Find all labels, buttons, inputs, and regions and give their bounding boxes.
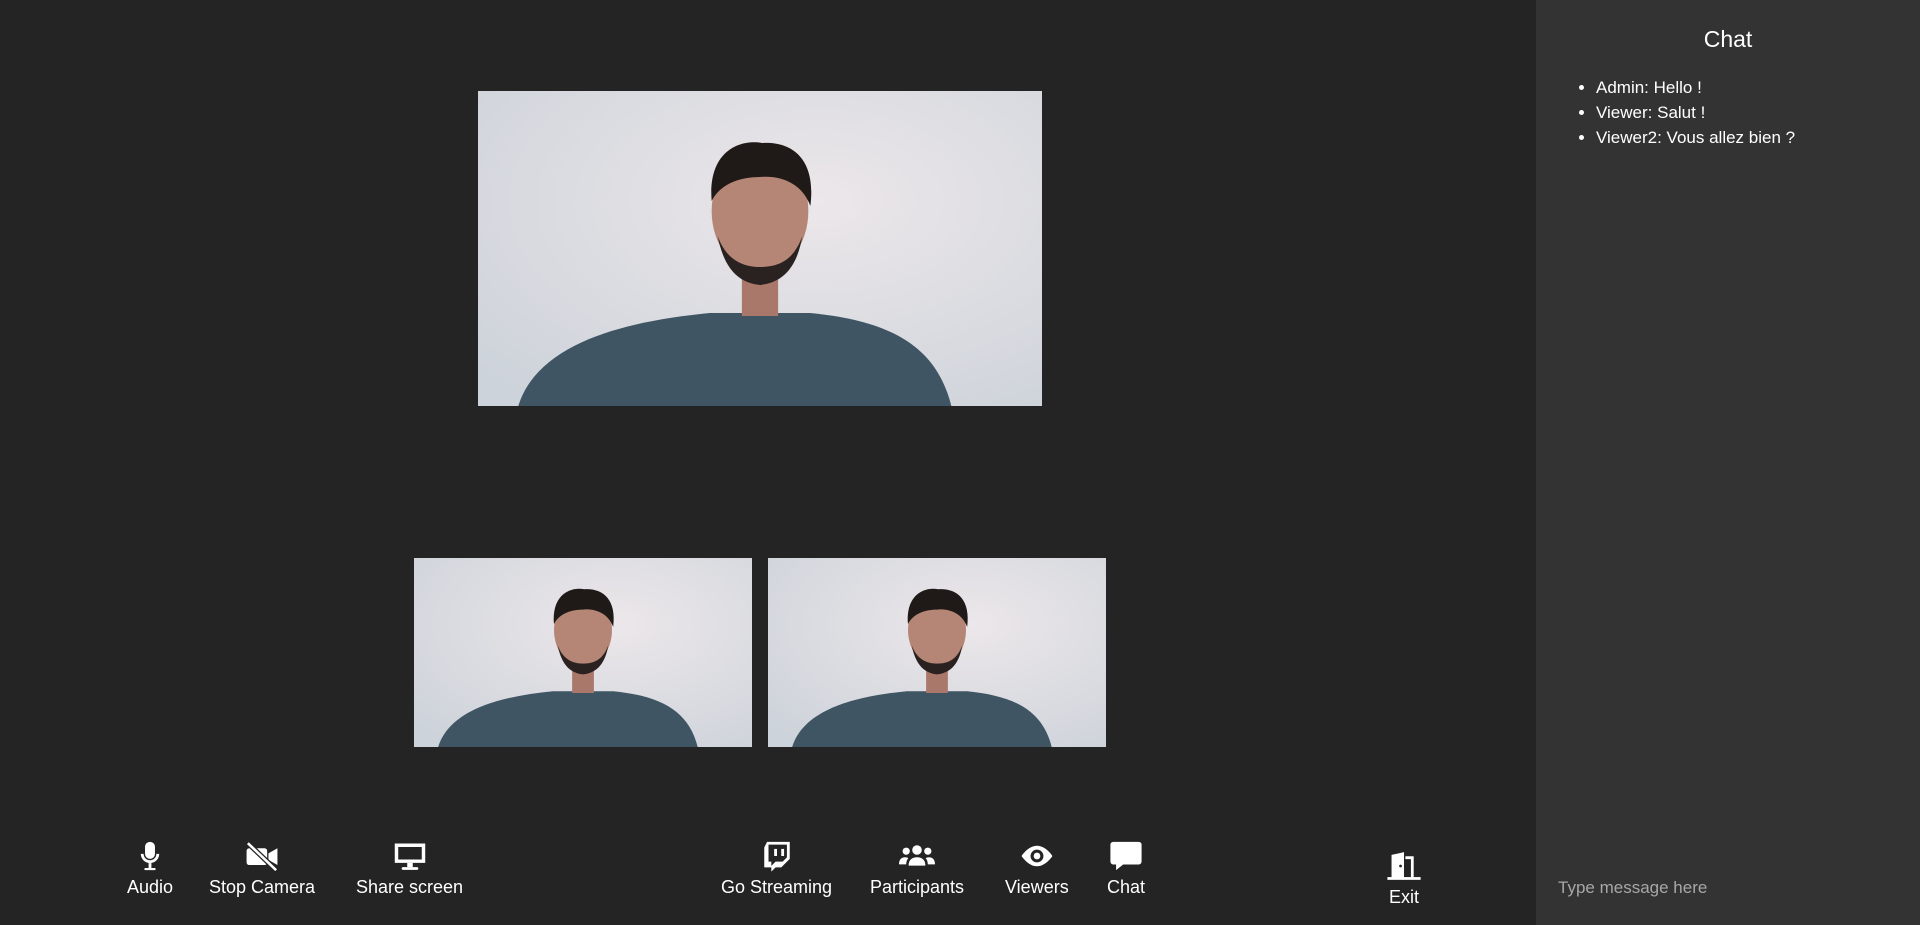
chat-message: Admin: Hello ! [1596,75,1904,100]
stop-camera-button[interactable]: Stop Camera [209,838,315,898]
webcam-frame [414,558,752,747]
exit-label: Exit [1388,887,1419,907]
participant-video-tile [414,558,752,747]
door-open-icon [1384,848,1424,884]
chat-title: Chat [1703,26,1753,52]
viewers-label: Viewers [1005,877,1069,897]
main-video-tile [478,91,1042,406]
viewers-button[interactable]: Viewers [1005,838,1069,898]
comment-icon [1106,838,1146,874]
chat-panel: Chat Admin: Hello ! Viewer: Salut ! View… [1536,0,1920,925]
chat-label: Chat [1106,877,1146,897]
twitch-icon [757,838,797,874]
webcam-frame [768,558,1106,747]
exit-button[interactable]: Exit [1384,848,1424,908]
share-screen-label: Share screen [356,877,464,897]
go-streaming-label: Go Streaming [721,877,833,897]
chat-message-input[interactable] [1558,873,1898,903]
users-icon [897,838,937,874]
microphone-icon [130,838,170,874]
chat-button[interactable]: Chat [1106,838,1146,898]
participant-video-tile [768,558,1106,747]
chat-message-list: Admin: Hello ! Viewer: Salut ! Viewer2: … [1578,75,1904,150]
webcam-frame [478,91,1042,406]
chat-message: Viewer: Salut ! [1596,100,1904,125]
desktop-icon [390,838,430,874]
stop-camera-label: Stop Camera [209,877,316,897]
participants-button[interactable]: Participants [870,838,964,898]
audio-label: Audio [127,877,174,897]
video-area: Audio Stop Camera Share screen Go Stream… [0,0,1536,925]
go-streaming-button[interactable]: Go Streaming [721,838,832,898]
audio-button[interactable]: Audio [127,838,173,898]
eye-icon [1017,838,1057,874]
video-slash-icon [242,838,282,874]
participants-label: Participants [870,877,965,897]
share-screen-button[interactable]: Share screen [356,838,463,898]
chat-message: Viewer2: Vous allez bien ? [1596,125,1904,150]
